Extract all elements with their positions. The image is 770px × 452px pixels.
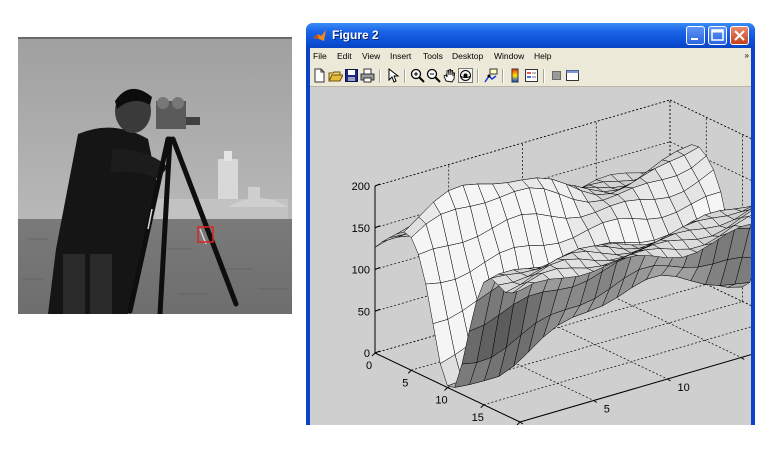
print-icon[interactable] [360, 68, 375, 83]
y-tick-label: 10 [678, 382, 690, 394]
maximize-button[interactable] [708, 26, 727, 45]
menu-desktop[interactable]: Desktop [452, 51, 483, 61]
x-tick-label: 0 [366, 360, 372, 372]
zoom-out-icon[interactable] [426, 68, 441, 83]
menu-edit[interactable]: Edit [337, 51, 352, 61]
close-icon [734, 30, 745, 41]
x-tick-label: 15 [472, 412, 484, 424]
colorbar-icon[interactable] [508, 68, 523, 83]
figure-canvas: 0501001502000510152005101520 [310, 87, 751, 425]
legend-icon[interactable] [524, 68, 539, 83]
figure-toolbar [310, 66, 751, 87]
matlab-logo-icon [312, 28, 327, 43]
close-button[interactable] [730, 26, 749, 45]
menu-tools[interactable]: Tools [423, 51, 443, 61]
surface-patch [749, 205, 751, 208]
pan-icon[interactable] [442, 68, 457, 83]
window-title: Figure 2 [332, 28, 379, 42]
minimize-icon [691, 38, 698, 40]
rotate-3d-icon[interactable] [458, 68, 473, 83]
surface-mesh [374, 144, 751, 388]
show-plot-tools-icon[interactable] [565, 68, 580, 83]
surface-patch [374, 236, 398, 248]
cameraman-photo [18, 37, 292, 314]
z-tick-label: 200 [352, 181, 370, 193]
z-tick-label: 100 [352, 265, 370, 277]
new-figure-icon[interactable] [312, 68, 327, 83]
z-tick-label: 150 [352, 223, 370, 235]
hide-plot-tools-icon[interactable] [549, 68, 564, 83]
minimize-button[interactable] [686, 26, 705, 45]
menu-bar: File Edit View Insert Tools Desktop Wind… [310, 48, 751, 66]
menu-window[interactable]: Window [494, 51, 524, 61]
figure-window: Figure 2 File Edit View Insert Tools Des… [306, 23, 755, 425]
window-client-area: File Edit View Insert Tools Desktop Wind… [310, 48, 751, 425]
zoom-in-icon[interactable] [410, 68, 425, 83]
y-tick-label: 5 [604, 404, 610, 416]
surface-plot[interactable]: 0501001502000510152005101520 [310, 87, 751, 425]
save-icon[interactable] [344, 68, 359, 83]
menu-file[interactable]: File [313, 51, 327, 61]
menu-view[interactable]: View [362, 51, 380, 61]
z-tick-label: 0 [364, 348, 370, 360]
z-tick-label: 50 [358, 306, 370, 318]
x-tick-label: 10 [435, 395, 447, 407]
data-cursor-icon[interactable] [483, 68, 498, 83]
menu-help[interactable]: Help [534, 51, 551, 61]
menu-insert[interactable]: Insert [390, 51, 411, 61]
menu-overflow-icon[interactable]: » [745, 51, 749, 60]
title-bar[interactable]: Figure 2 [306, 23, 755, 48]
x-tick-label: 5 [402, 377, 408, 389]
pointer-icon[interactable] [385, 68, 400, 83]
open-file-icon[interactable] [328, 68, 343, 83]
